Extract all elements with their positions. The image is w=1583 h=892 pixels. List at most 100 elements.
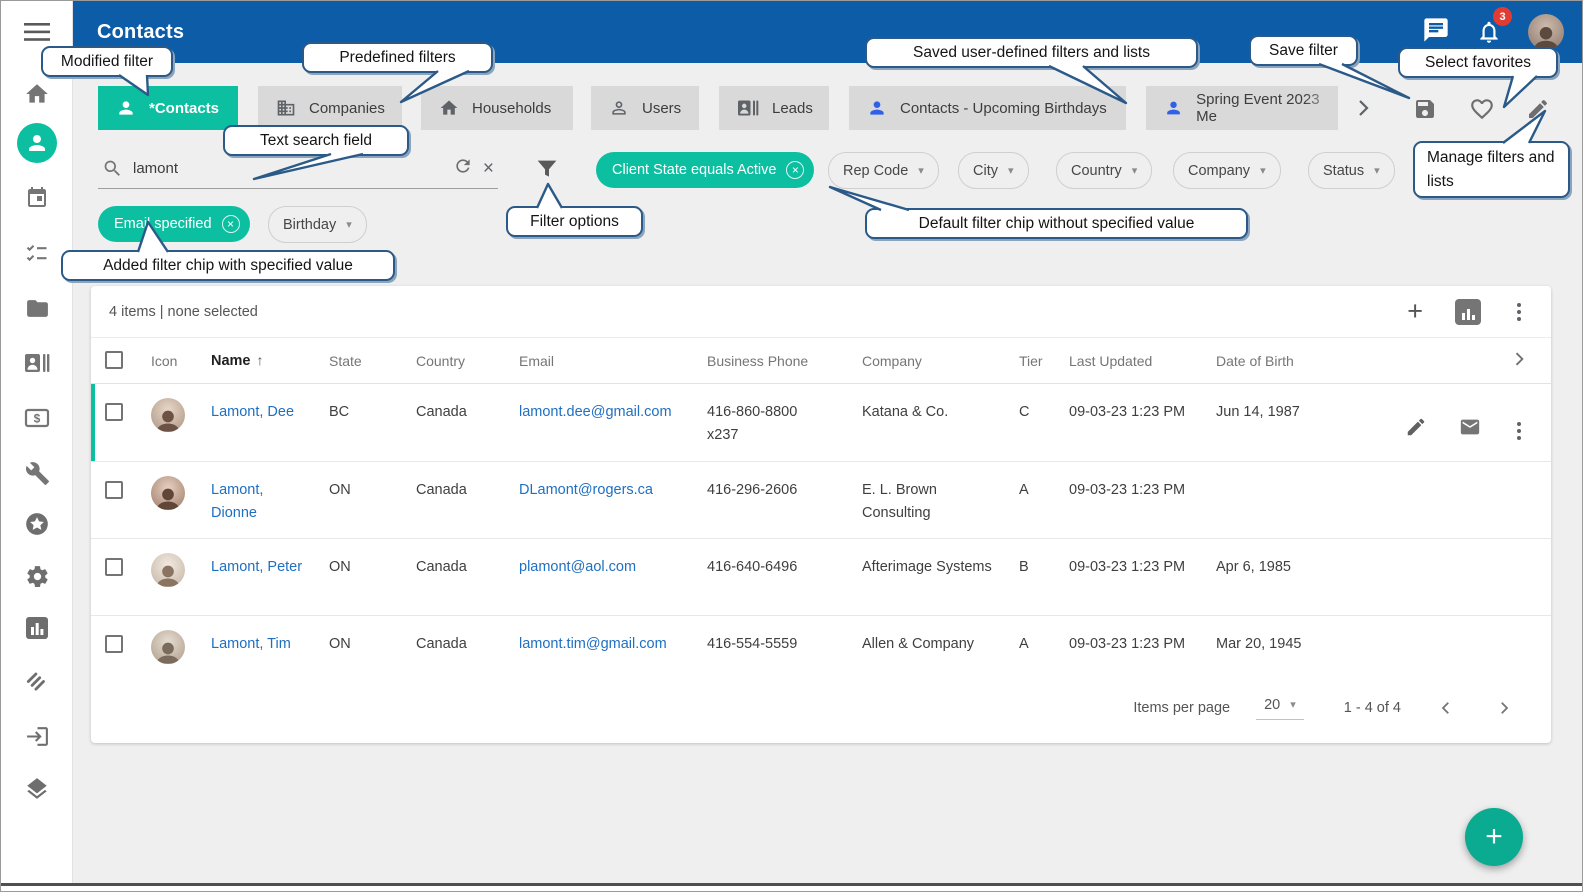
column-header-updated[interactable]: Last Updated bbox=[1069, 353, 1216, 369]
filter-chip-city[interactable]: City▾ bbox=[958, 152, 1029, 189]
address-book-icon[interactable] bbox=[17, 343, 57, 383]
add-column-icon[interactable]: + bbox=[1407, 298, 1423, 325]
tab-users[interactable]: Users bbox=[591, 86, 699, 130]
filter-chip-birthday[interactable]: Birthday▾ bbox=[268, 206, 367, 243]
contact-name-link[interactable]: Lamont, Dionne bbox=[211, 482, 263, 521]
chip-label: Country bbox=[1071, 163, 1122, 179]
table-row[interactable]: Lamont, Peter ON Canada plamont@aol.com … bbox=[91, 539, 1551, 616]
callout-saved-filters: Saved user-defined filters and lists bbox=[865, 37, 1198, 68]
table-menu-kebab-icon[interactable] bbox=[1513, 299, 1525, 325]
contact-name-link[interactable]: Lamont, Tim bbox=[211, 636, 291, 652]
callout-predefined-filters: Predefined filters bbox=[302, 42, 493, 73]
row-checkbox[interactable] bbox=[105, 558, 123, 576]
page-size-select[interactable]: 20 ▾ bbox=[1256, 697, 1304, 720]
contact-name-link[interactable]: Lamont, Peter bbox=[211, 559, 302, 575]
email-link[interactable]: DLamont@rogers.ca bbox=[519, 482, 653, 498]
column-header-company[interactable]: Company bbox=[862, 353, 1019, 369]
notifications-bell-icon[interactable]: 3 bbox=[1472, 15, 1506, 49]
column-header-email[interactable]: Email bbox=[519, 353, 707, 369]
remove-filter-icon[interactable]: × bbox=[222, 215, 240, 233]
calendar-icon[interactable] bbox=[17, 178, 57, 218]
invoice-icon[interactable]: $ bbox=[17, 398, 57, 438]
email-link[interactable]: lamont.tim@gmail.com bbox=[519, 636, 667, 652]
chip-label: Email specified bbox=[114, 216, 212, 232]
column-header-country[interactable]: Country bbox=[416, 353, 519, 369]
sign-in-icon[interactable] bbox=[17, 716, 57, 756]
table-row[interactable]: Lamont, Tim ON Canada lamont.tim@gmail.c… bbox=[91, 616, 1551, 682]
email-link[interactable]: plamont@aol.com bbox=[519, 559, 636, 575]
sidebar: $ bbox=[1, 1, 73, 891]
cell-tier: B bbox=[1019, 556, 1069, 579]
tab-households[interactable]: Households bbox=[421, 86, 573, 130]
favorites-heart-icon[interactable] bbox=[1467, 94, 1497, 124]
column-header-icon[interactable]: Icon bbox=[151, 353, 211, 369]
filter-chip-rep-code[interactable]: Rep Code▾ bbox=[828, 152, 939, 189]
select-all-checkbox[interactable] bbox=[105, 351, 123, 369]
favorites-star-icon[interactable] bbox=[17, 504, 57, 544]
notification-badge: 3 bbox=[1493, 7, 1512, 26]
filter-chip-status[interactable]: Status▾ bbox=[1308, 152, 1395, 189]
row-menu-kebab-icon[interactable] bbox=[1513, 418, 1525, 444]
chat-icon[interactable] bbox=[1422, 16, 1450, 49]
column-header-dob[interactable]: Date of Birth bbox=[1216, 353, 1344, 369]
filter-chip-client-state[interactable]: Client State equals Active × bbox=[596, 152, 814, 188]
settings-gear-icon[interactable] bbox=[17, 556, 57, 596]
filter-chip-country[interactable]: Country▾ bbox=[1056, 152, 1152, 189]
saved-list-person-icon bbox=[867, 98, 887, 118]
documents-folder-icon[interactable] bbox=[17, 288, 57, 328]
reports-chart-icon[interactable] bbox=[17, 608, 57, 648]
layers-icon[interactable] bbox=[17, 769, 57, 809]
remove-filter-icon[interactable]: × bbox=[786, 161, 804, 179]
edit-contact-icon[interactable] bbox=[1405, 416, 1427, 446]
clear-search-icon[interactable]: × bbox=[483, 159, 494, 178]
filter-chip-email-specified[interactable]: Email specified × bbox=[98, 206, 250, 242]
contact-photo[interactable] bbox=[151, 630, 185, 664]
row-checkbox[interactable] bbox=[105, 635, 123, 653]
contact-name-link[interactable]: Lamont, Dee bbox=[211, 404, 294, 420]
chip-label: Company bbox=[1188, 163, 1250, 179]
tabs-scroll-right-icon[interactable] bbox=[1351, 96, 1375, 120]
tab-leads[interactable]: Leads bbox=[719, 86, 829, 130]
next-page-icon[interactable] bbox=[1491, 695, 1517, 721]
contact-photo[interactable] bbox=[151, 476, 185, 510]
partners-handshake-icon[interactable] bbox=[17, 661, 57, 701]
refresh-icon[interactable] bbox=[453, 156, 473, 181]
callout-filter-options: Filter options bbox=[506, 206, 643, 237]
table-row[interactable]: Lamont, Dionne ON Canada DLamont@rogers.… bbox=[91, 462, 1551, 539]
tab-spring-event-2023[interactable]: Spring Event 2023 Me bbox=[1146, 86, 1338, 130]
row-checkbox[interactable] bbox=[105, 403, 123, 421]
email-link[interactable]: lamont.dee@gmail.com bbox=[519, 404, 672, 420]
tab-contacts[interactable]: *Contacts bbox=[98, 86, 238, 130]
tools-wrench-icon[interactable] bbox=[17, 453, 57, 493]
svg-text:$: $ bbox=[34, 412, 41, 426]
table-row[interactable]: Lamont, Dee BC Canada lamont.dee@gmail.c… bbox=[91, 384, 1551, 462]
previous-page-icon[interactable] bbox=[1433, 695, 1459, 721]
callout-select-favorites: Select favorites bbox=[1398, 47, 1558, 78]
search-input[interactable] bbox=[133, 160, 443, 177]
column-header-state[interactable]: State bbox=[329, 353, 416, 369]
row-checkbox[interactable] bbox=[105, 481, 123, 499]
column-chart-icon[interactable] bbox=[1455, 299, 1481, 325]
tab-contacts-upcoming-birthdays[interactable]: Contacts - Upcoming Birthdays bbox=[849, 86, 1126, 130]
callout-save-filter: Save filter bbox=[1249, 35, 1358, 66]
manage-filters-pencil-icon[interactable] bbox=[1523, 94, 1553, 124]
contact-photo[interactable] bbox=[151, 398, 185, 432]
contacts-nav-icon[interactable] bbox=[17, 123, 57, 163]
cell-country: Canada bbox=[416, 633, 519, 656]
contact-photo[interactable] bbox=[151, 553, 185, 587]
add-contact-fab[interactable]: + bbox=[1465, 808, 1523, 866]
tab-companies[interactable]: Companies bbox=[258, 86, 402, 130]
callout-manage-filters: Manage filters and lists bbox=[1413, 141, 1570, 198]
column-header-tier[interactable]: Tier bbox=[1019, 353, 1069, 369]
save-filter-icon[interactable] bbox=[1410, 94, 1440, 124]
home-icon[interactable] bbox=[17, 74, 57, 114]
send-email-icon[interactable] bbox=[1457, 416, 1483, 446]
tab-label: Contacts - Upcoming Birthdays bbox=[900, 100, 1107, 117]
column-header-name[interactable]: Name↑ bbox=[211, 352, 329, 369]
tasks-icon[interactable] bbox=[17, 233, 57, 273]
expand-columns-icon[interactable] bbox=[1509, 349, 1529, 372]
filter-chip-company[interactable]: Company▾ bbox=[1173, 152, 1281, 189]
user-avatar[interactable] bbox=[1528, 14, 1564, 50]
column-header-phone[interactable]: Business Phone bbox=[707, 353, 862, 369]
filter-funnel-icon[interactable] bbox=[533, 156, 561, 184]
